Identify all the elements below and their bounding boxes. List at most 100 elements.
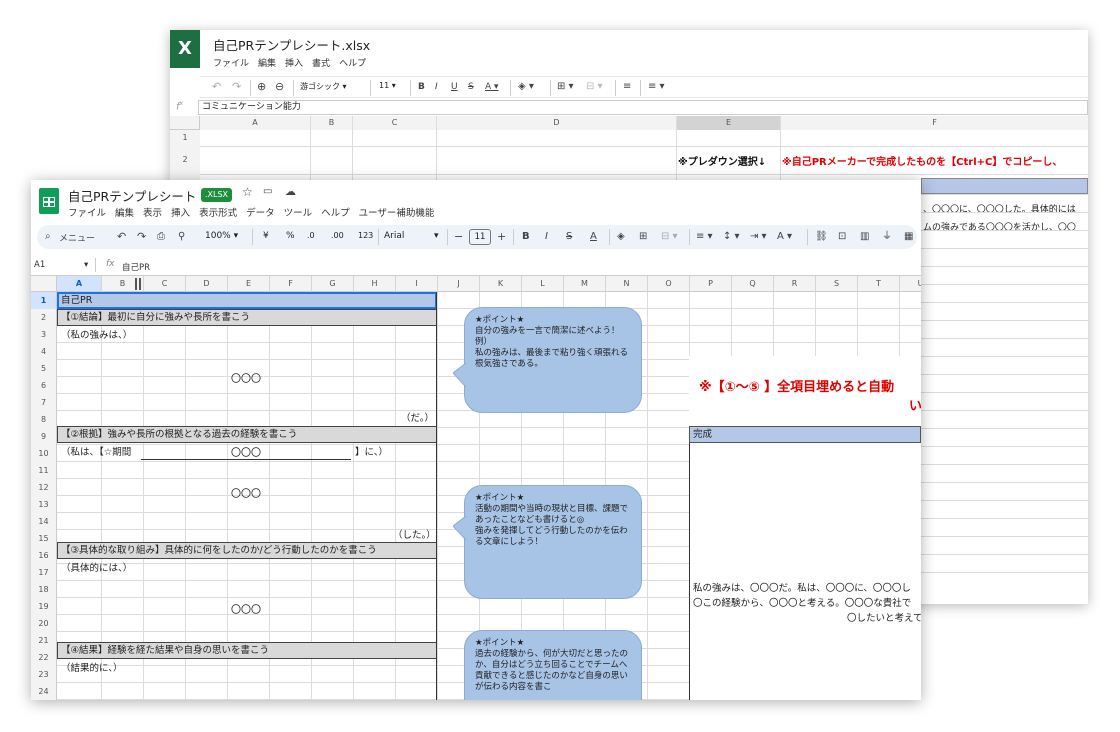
search-icon[interactable]: ⌕: [45, 228, 51, 246]
excel-font-select[interactable]: 游ゴシック ▾: [300, 81, 366, 92]
kansei-header[interactable]: 完成: [689, 426, 921, 443]
text-color-icon[interactable]: A: [590, 228, 597, 246]
cell-a3[interactable]: （私の強みは、）: [61, 327, 132, 341]
bold-icon[interactable]: B: [418, 78, 425, 96]
font-size-decrease-icon[interactable]: −: [454, 228, 463, 246]
column-header-m[interactable]: M: [564, 276, 606, 292]
excel-menu-file[interactable]: ファイル: [213, 59, 249, 69]
cloud-status-icon[interactable]: ☁: [285, 185, 296, 198]
section-action[interactable]: 【③具体的な取り組み】具体的に何をしたのか/どう行動したのかを書こう: [57, 542, 437, 559]
cell-da[interactable]: （だ。）: [401, 410, 434, 424]
row-header-19[interactable]: 19: [31, 598, 57, 615]
row-header-16[interactable]: 16: [31, 547, 57, 564]
font-size-input[interactable]: 11: [469, 229, 491, 245]
row-header-10[interactable]: 10: [31, 445, 57, 462]
kansei-output-box[interactable]: 私の強みは、〇〇〇だ。私は、〇〇〇に、〇〇〇し 〇この経験から、〇〇〇と考える。…: [689, 443, 921, 700]
column-header-f[interactable]: F: [270, 276, 312, 292]
excel-cell-e2[interactable]: ※プレダウン選択↓: [678, 153, 766, 168]
excel-menu-insert[interactable]: 挿入: [285, 59, 303, 69]
point-bubble-1[interactable]: ★ポイント★ 自分の強みを一言で簡潔に述べよう！例） 私の強みは、最後まで粘り強…: [453, 307, 642, 413]
column-header-p[interactable]: P: [690, 276, 732, 292]
cell-ni[interactable]: 】に、）: [355, 444, 388, 458]
row-header-17[interactable]: 17: [31, 564, 57, 581]
excel-col-d[interactable]: D: [436, 116, 676, 130]
cell-placeholder-2[interactable]: 〇〇〇: [231, 485, 261, 500]
excel-col-a[interactable]: A: [200, 116, 310, 130]
menu-edit[interactable]: 編集: [115, 208, 134, 219]
filter-icon[interactable]: ⏚: [882, 228, 892, 246]
move-folder-icon[interactable]: ▭: [263, 186, 272, 197]
section-evidence[interactable]: 【②根拠】強みや長所の根拠となる過去の経験を書こう: [57, 426, 437, 443]
point-bubble-2[interactable]: ★ポイント★ 活動の期間や当時の現状と目標、課題であったことなども書けると◎ 強…: [453, 485, 642, 599]
column-header-h[interactable]: H: [354, 276, 396, 292]
excel-doc-title[interactable]: 自己PRテンプレシート.xlsx: [213, 35, 370, 54]
underline-icon[interactable]: U: [451, 78, 458, 96]
fill-color-icon[interactable]: ◈: [617, 228, 625, 246]
excel-cell-text-row5[interactable]: ムの強みである〇〇〇を活かし、〇〇: [923, 220, 1076, 233]
sheets-logo-icon[interactable]: [39, 188, 59, 214]
column-header-c[interactable]: C: [144, 276, 186, 292]
row-header-5[interactable]: 5: [31, 360, 57, 377]
zoom-out-icon[interactable]: ⊖: [275, 78, 284, 96]
row-header-9[interactable]: 9: [31, 428, 57, 445]
formula-bar-input[interactable]: 自己PR: [122, 261, 150, 273]
bold-icon[interactable]: B: [522, 228, 530, 246]
menu-tools[interactable]: ツール: [284, 208, 313, 219]
column-header-j[interactable]: J: [438, 276, 480, 292]
point-bubble-3[interactable]: ★ポイント★ 過去の経験から、何が大切だと思ったのか、自分はどう立ち回ることでチ…: [464, 630, 642, 700]
column-header-i[interactable]: I: [396, 276, 438, 292]
row-header-23[interactable]: 23: [31, 666, 57, 683]
text-color-icon[interactable]: A ▾: [485, 78, 499, 96]
comment-icon[interactable]: ⊡: [838, 228, 846, 246]
star-icon[interactable]: ☆: [242, 185, 253, 199]
excel-col-b[interactable]: B: [310, 116, 352, 130]
column-header-o[interactable]: O: [648, 276, 690, 292]
menu-file[interactable]: ファイル: [68, 208, 106, 219]
excel-menu-format[interactable]: 書式: [312, 59, 330, 69]
borders-icon[interactable]: ⊞: [639, 228, 647, 246]
row-header-7[interactable]: 7: [31, 394, 57, 411]
row-header-12[interactable]: 12: [31, 479, 57, 496]
row-header-2[interactable]: 2: [31, 309, 57, 326]
row-header-22[interactable]: 22: [31, 649, 57, 666]
column-header-e[interactable]: E: [228, 276, 270, 292]
print-icon[interactable]: ⎙: [157, 228, 165, 246]
table-icon[interactable]: ▦: [904, 228, 913, 246]
italic-icon[interactable]: I: [545, 228, 548, 246]
italic-icon[interactable]: I: [435, 78, 438, 96]
excel-row-2[interactable]: 2: [170, 146, 200, 174]
undo-icon[interactable]: ↶: [117, 228, 126, 246]
align-icon[interactable]: ≡ ▾: [648, 78, 665, 96]
excel-size-select[interactable]: 11 ▾: [379, 81, 396, 90]
row-header-6[interactable]: 6: [31, 377, 57, 394]
cell-a1[interactable]: 自己PR: [57, 292, 437, 309]
zoom-in-icon[interactable]: ⊕: [257, 78, 266, 96]
column-header-s[interactable]: S: [816, 276, 858, 292]
excel-menu-edit[interactable]: 編集: [258, 59, 276, 69]
excel-col-f[interactable]: F: [780, 116, 1088, 130]
currency-button[interactable]: ¥: [263, 231, 269, 241]
vertical-align-icon[interactable]: ↕ ▾: [723, 228, 740, 246]
excel-formula-bar[interactable]: コミュニケーション能力: [198, 100, 1088, 115]
chart-icon[interactable]: ▥: [860, 228, 869, 246]
cell-a17[interactable]: （具体的には、）: [61, 560, 132, 574]
row-header-18[interactable]: 18: [31, 581, 57, 598]
number-format-button[interactable]: 123: [358, 231, 373, 240]
freeze-handle[interactable]: [135, 278, 141, 290]
menu-accessibility[interactable]: ユーザー補助機能: [359, 208, 435, 219]
redo-icon[interactable]: ↷: [232, 78, 241, 96]
horizontal-align-icon[interactable]: ≡ ▾: [696, 228, 713, 246]
redo-icon[interactable]: ↷: [137, 228, 146, 246]
column-header-q[interactable]: Q: [732, 276, 774, 292]
column-header-r[interactable]: R: [774, 276, 816, 292]
column-header-d[interactable]: D: [186, 276, 228, 292]
section-result[interactable]: 【④結果】経験を経た結果や自身の思いを書こう: [57, 642, 437, 659]
row-header-4[interactable]: 4: [31, 343, 57, 360]
menu-view[interactable]: 表示: [143, 208, 162, 219]
column-header-u[interactable]: U: [900, 276, 921, 292]
excel-row-1[interactable]: 1: [170, 130, 200, 146]
menu-data[interactable]: データ: [246, 208, 275, 219]
row-header-14[interactable]: 14: [31, 513, 57, 530]
link-icon[interactable]: ⛓: [815, 228, 828, 246]
column-header-k[interactable]: K: [480, 276, 522, 292]
